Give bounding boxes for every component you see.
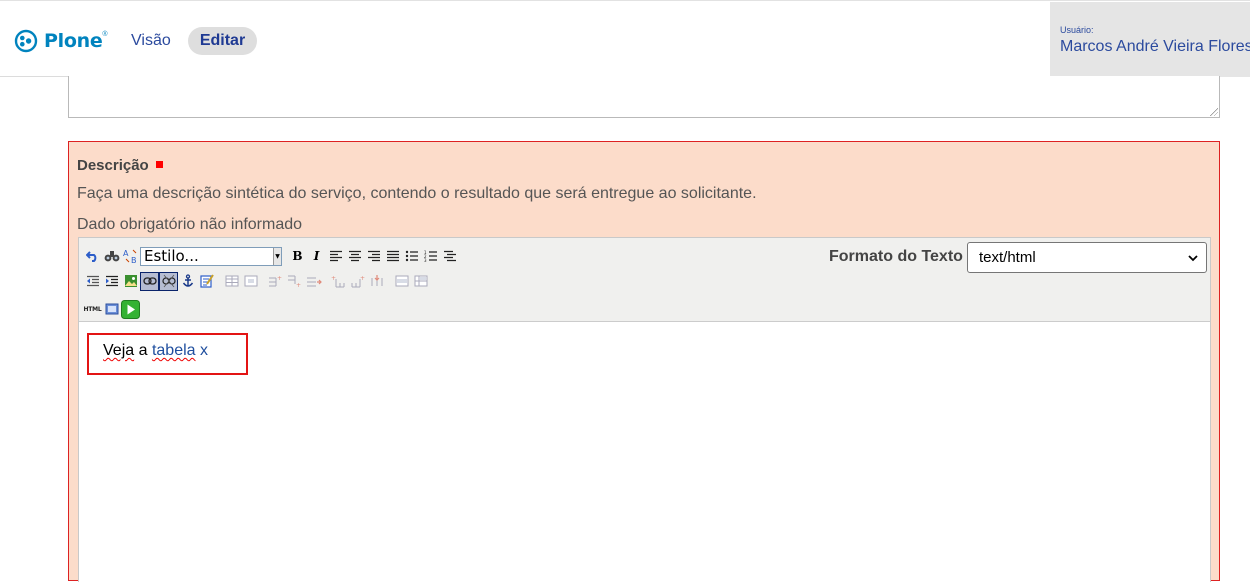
merge-cells-icon[interactable] — [392, 272, 411, 291]
row-delete-icon[interactable] — [304, 272, 323, 291]
italic-icon[interactable]: I — [307, 247, 326, 266]
row-before-icon[interactable]: + — [285, 272, 304, 291]
svg-text:+: + — [277, 275, 282, 282]
col-after-icon[interactable]: + — [348, 272, 367, 291]
description-field: Descrição Faça uma descrição sintética d… — [68, 141, 1220, 583]
toolbar-row-2: + + + + — [83, 271, 430, 291]
plone-logo[interactable]: Plone ® — [14, 28, 108, 54]
find-icon[interactable] — [102, 247, 121, 266]
required-marker-icon — [155, 161, 163, 168]
fullscreen-icon[interactable] — [102, 300, 121, 319]
bold-icon[interactable]: B — [288, 247, 307, 266]
plone-logo-icon — [14, 29, 38, 53]
align-left-icon[interactable] — [326, 247, 345, 266]
row-insert-icon[interactable]: + — [266, 272, 285, 291]
svg-text:A: A — [123, 249, 129, 258]
toolbar-row-3: HTML — [83, 299, 140, 319]
cleanup-icon[interactable] — [197, 272, 216, 291]
col-before-icon[interactable]: + — [329, 272, 348, 291]
style-select[interactable]: Estilo... ▼ — [140, 246, 282, 266]
col-delete-icon[interactable] — [367, 272, 386, 291]
resize-grip-icon[interactable] — [1210, 108, 1218, 116]
replace-icon[interactable]: AB — [121, 247, 140, 266]
svg-text:B: B — [131, 256, 137, 264]
editor-content-area[interactable]: Veja a tabela x — [79, 322, 1210, 583]
svg-text:+: + — [331, 275, 336, 282]
outdent-icon[interactable] — [83, 272, 102, 291]
user-caption: Usuário: — [1060, 25, 1094, 35]
text-format-label: Formato do Texto — [829, 248, 963, 265]
field-help-text: Faça uma descrição sintética do serviço,… — [77, 185, 757, 202]
undo-icon[interactable] — [83, 247, 102, 266]
indent-icon[interactable] — [102, 272, 121, 291]
previous-field-textarea[interactable] — [68, 76, 1220, 118]
align-center-icon[interactable] — [345, 247, 364, 266]
insert-link-icon[interactable] — [140, 271, 159, 291]
highlight-annotation-box — [87, 333, 248, 375]
definition-list-icon[interactable] — [440, 247, 459, 266]
field-error-message: Dado obrigatório não informado — [77, 216, 303, 233]
user-name[interactable]: Marcos André Vieira Flores — [1060, 38, 1250, 56]
numbered-list-icon[interactable]: 123 — [421, 247, 440, 266]
nav-edit-button[interactable]: Editar — [188, 27, 257, 55]
save-icon[interactable] — [121, 299, 140, 319]
style-select-value: Estilo... — [144, 246, 199, 265]
chevron-down-icon: ▼ — [273, 247, 281, 265]
field-label-text: Descrição — [77, 157, 149, 174]
nav-view-link[interactable]: Visão — [131, 32, 171, 50]
svg-text:+: + — [360, 275, 365, 282]
align-justify-icon[interactable] — [383, 247, 402, 266]
svg-text:+: + — [296, 282, 301, 288]
anchor-icon[interactable] — [178, 272, 197, 291]
rich-text-editor: AB Estilo... ▼ B I 1 2 3 + + + + HTML Fo… — [78, 237, 1211, 583]
field-label: Descrição — [77, 157, 163, 174]
logo-text: Plone — [44, 30, 103, 52]
text-format-select[interactable]: text/html — [967, 242, 1207, 273]
split-cells-icon[interactable] — [411, 272, 430, 291]
logo-trademark: ® — [102, 31, 108, 38]
text-format-value: text/html — [979, 249, 1036, 266]
bullet-list-icon[interactable] — [402, 247, 421, 266]
table-icon[interactable] — [222, 272, 241, 291]
align-right-icon[interactable] — [364, 247, 383, 266]
top-bar: Plone ® Visão Editar Usuário: Marcos And… — [0, 0, 1250, 77]
toolbar-row-1: AB Estilo... ▼ B I 1 2 3 — [83, 246, 459, 266]
unlink-icon[interactable] — [159, 271, 178, 291]
editor-toolbar: AB Estilo... ▼ B I 1 2 3 + + + + HTML Fo… — [79, 238, 1210, 322]
html-source-icon[interactable]: HTML — [83, 300, 102, 319]
svg-text:3: 3 — [424, 258, 427, 262]
chevron-down-icon — [1188, 255, 1198, 262]
table-props-icon[interactable] — [241, 272, 260, 291]
user-info[interactable]: Usuário: Marcos André Vieira Flores — [1050, 2, 1250, 77]
insert-image-icon[interactable] — [121, 272, 140, 291]
